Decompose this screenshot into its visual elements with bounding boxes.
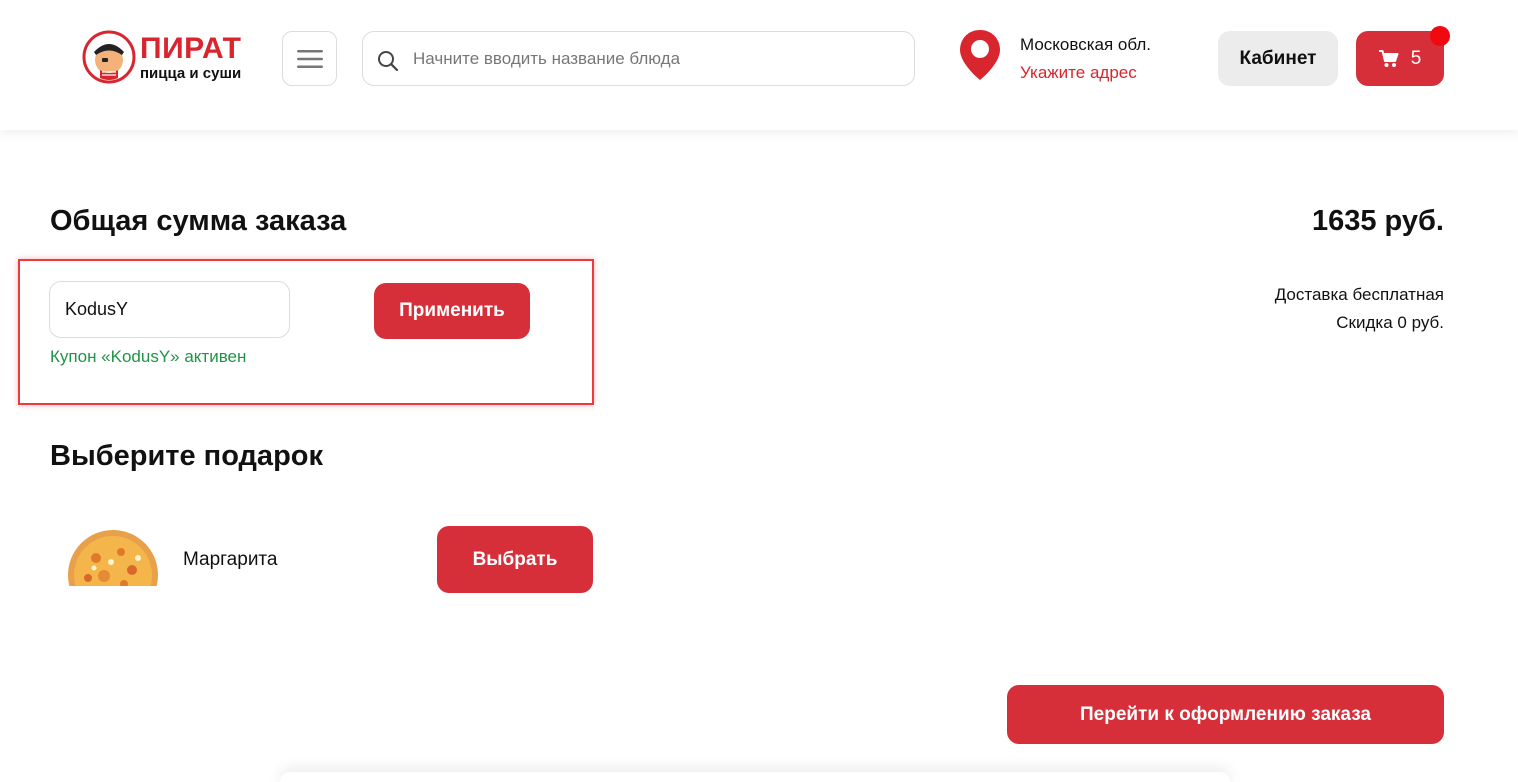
gift-item-image — [66, 528, 160, 586]
address-link[interactable]: Укажите адрес — [1020, 63, 1137, 83]
cart-count: 5 — [1410, 47, 1422, 69]
search-input[interactable] — [413, 44, 893, 74]
checkout-button[interactable]: Перейти к оформлению заказа — [1007, 685, 1444, 744]
gift-section-title: Выберите подарок — [50, 440, 324, 472]
site-header: ПИРАТ пицца и суши Московская обл. Укажи… — [0, 0, 1518, 130]
order-total-amount: 1635 руб. — [1311, 205, 1444, 237]
gift-item-name: Маргарита — [183, 549, 278, 570]
discount-info: Скидка 0 руб. — [1336, 313, 1444, 332]
delivery-info: Доставка бесплатная — [1274, 285, 1444, 304]
menu-button[interactable] — [282, 31, 337, 86]
location-region: Московская обл. — [1020, 35, 1151, 54]
bottom-panel-edge — [280, 772, 1230, 782]
order-total-title: Общая сумма заказа — [50, 205, 347, 237]
coupon-input[interactable] — [49, 281, 290, 338]
choose-gift-button[interactable]: Выбрать — [437, 526, 593, 593]
cart-notification-dot — [1430, 26, 1450, 46]
pizza-image — [68, 530, 158, 586]
pirate-mascot-icon — [82, 30, 136, 84]
search-icon — [378, 51, 399, 72]
site-logo[interactable]: ПИРАТ пицца и суши — [82, 28, 252, 88]
hamburger-icon — [296, 49, 323, 68]
coupon-status: Купон «KodusY» активен — [50, 347, 247, 366]
cabinet-button[interactable]: Кабинет — [1218, 31, 1338, 86]
apply-coupon-button[interactable]: Применить — [374, 283, 530, 339]
logo-brand-text: ПИРАТ — [140, 32, 242, 65]
location-pin-icon — [960, 30, 1000, 80]
logo-subtitle: пицца и суши — [140, 65, 242, 82]
search-bar — [362, 31, 915, 86]
cart-icon — [1378, 49, 1399, 67]
